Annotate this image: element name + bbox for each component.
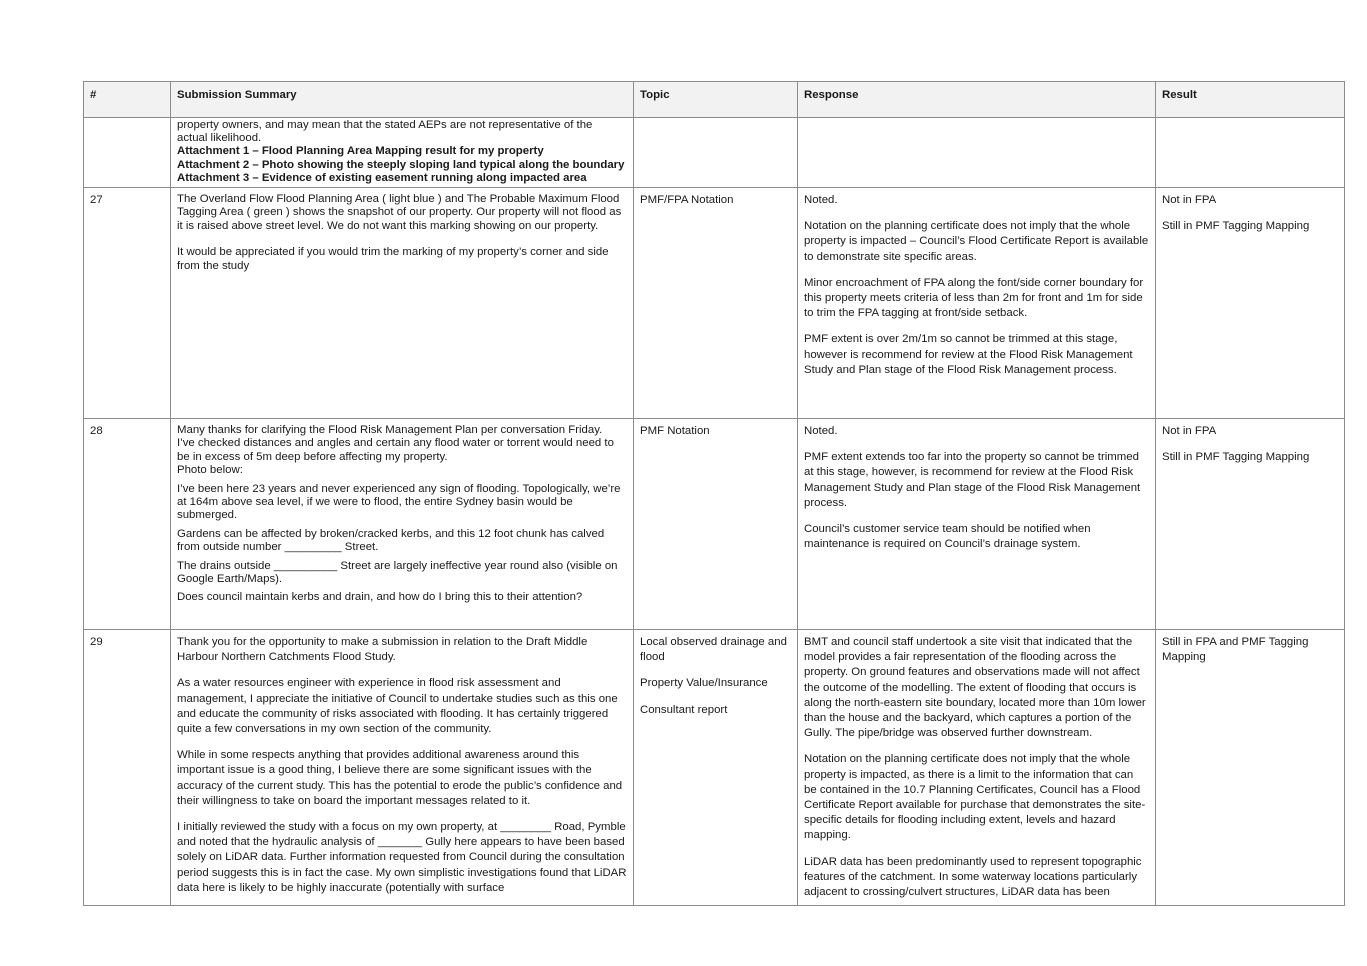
topic-item: Consultant report [640, 703, 728, 716]
cell-result [1155, 116, 1345, 189]
summary-paragraph: The Overland Flow Flood Planning Area ( … [177, 193, 622, 232]
header-number: # [83, 81, 171, 118]
response-paragraph: Noted. [804, 425, 838, 438]
topic-item: Local observed drainage and flood [640, 636, 787, 664]
summary-paragraph: It would be appreciated if you would tri… [177, 246, 609, 272]
cell-result: Still in FPA and PMF Tagging Mapping [1155, 629, 1345, 907]
cell-response: Noted. PMF extent extends too far into t… [797, 418, 1156, 631]
cell-topic: PMF/FPA Notation [633, 187, 798, 420]
response-paragraph: PMF extent extends too far into the prop… [804, 451, 1141, 509]
cell-summary: property owners, and may mean that the s… [170, 116, 634, 189]
cell-topic: Local observed drainage and flood Proper… [633, 629, 798, 907]
response-paragraph: LiDAR data has been predominantly used t… [804, 855, 1142, 899]
attachment-line: Attachment 3 – Evidence of existing ease… [177, 171, 587, 184]
summary-paragraph: Many thanks for clarifying the Flood Ris… [177, 424, 603, 437]
header-result: Result [1155, 81, 1345, 118]
summary-paragraph: I’ve checked distances and angles and ce… [177, 437, 614, 463]
response-paragraph: Notation on the planning certificate doe… [804, 753, 1146, 842]
topic-item: Property Value/Insurance [640, 677, 768, 690]
summary-paragraph: Thank you for the opportunity to make a … [177, 636, 588, 664]
summary-paragraph: Does council maintain kerbs and drain, a… [177, 591, 583, 604]
cell-topic: PMF Notation [633, 418, 798, 631]
cell-number: 27 [83, 187, 171, 420]
table-row-continuation: property owners, and may mean that the s… [83, 116, 1345, 189]
response-paragraph: Notation on the planning certificate doe… [804, 220, 1149, 263]
summary-line: property owners, and may mean that the s… [177, 119, 593, 131]
result-item: Not in FPA [1162, 425, 1217, 438]
result-item: Still in PMF Tagging Mapping [1162, 220, 1310, 233]
attachment-line: Attachment 2 – Photo showing the steeply… [177, 158, 625, 171]
cell-summary: The Overland Flow Flood Planning Area ( … [170, 187, 634, 420]
summary-paragraph: I’ve been here 23 years and never experi… [177, 482, 621, 522]
cell-number: 28 [83, 418, 171, 631]
cell-summary: Thank you for the opportunity to make a … [170, 629, 634, 907]
summary-paragraph: While in some respects anything that pro… [177, 749, 623, 807]
table-row: 28 Many thanks for clarifying the Flood … [83, 418, 1345, 631]
cell-topic [633, 116, 798, 189]
cell-response [797, 116, 1156, 189]
header-submission-summary: Submission Summary [170, 81, 634, 118]
summary-paragraph: Photo below: [177, 464, 243, 477]
attachment-line: Attachment 1 – Flood Planning Area Mappi… [177, 145, 544, 158]
header-response: Response [797, 81, 1156, 118]
result-item: Still in FPA and PMF Tagging Mapping [1162, 636, 1309, 664]
result-item: Still in PMF Tagging Mapping [1162, 451, 1310, 464]
response-paragraph: Council’s customer service team should b… [804, 523, 1091, 551]
response-paragraph: Noted. [804, 194, 838, 207]
submissions-table: # Submission Summary Topic Response Resu… [83, 81, 1345, 907]
cell-summary: Many thanks for clarifying the Flood Ris… [170, 418, 634, 631]
topic-item: PMF/FPA Notation [640, 194, 734, 207]
topic-item: PMF Notation [640, 425, 710, 438]
response-paragraph: Minor encroachment of FPA along the font… [804, 276, 1144, 320]
result-item: Not in FPA [1162, 194, 1217, 207]
table-header-row: # Submission Summary Topic Response Resu… [83, 81, 1345, 118]
summary-paragraph: I initially reviewed the study with a fo… [177, 821, 627, 894]
cell-number: 29 [83, 629, 171, 907]
summary-line: actual likelihood. [177, 132, 262, 145]
cell-number [83, 116, 171, 189]
summary-paragraph: Gardens can be affected by broken/cracke… [177, 527, 605, 554]
summary-paragraph: As a water resources engineer with exper… [177, 677, 618, 736]
cell-result: Not in FPA Still in PMF Tagging Mapping [1155, 187, 1345, 420]
response-paragraph: BMT and council staff undertook a site v… [804, 636, 1146, 740]
header-topic: Topic [633, 81, 798, 118]
table-row: 27 The Overland Flow Flood Planning Area… [83, 187, 1345, 420]
response-paragraph: PMF extent is over 2m/1m so cannot be tr… [804, 333, 1133, 376]
summary-paragraph: The drains outside __________ Street are… [177, 559, 618, 586]
table-row: 29 Thank you for the opportunity to make… [83, 629, 1345, 907]
cell-response: Noted. Notation on the planning certific… [797, 187, 1156, 420]
cell-response: BMT and council staff undertook a site v… [797, 629, 1156, 907]
cell-result: Not in FPA Still in PMF Tagging Mapping [1155, 418, 1345, 631]
